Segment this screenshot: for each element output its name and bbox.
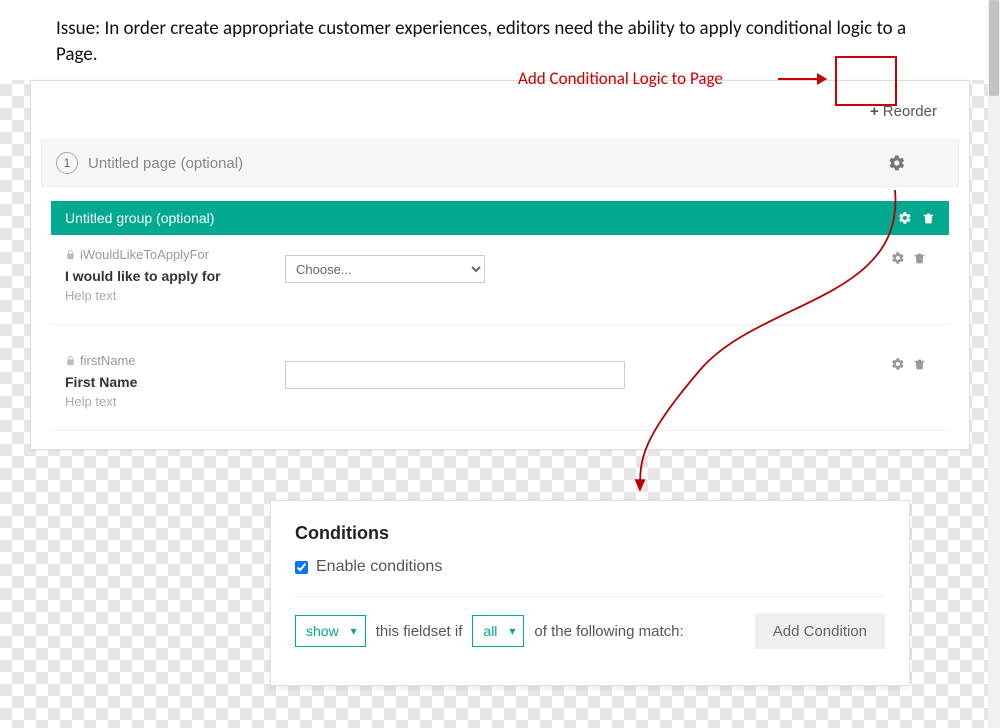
group-title: Untitled group (optional) — [65, 210, 214, 226]
condition-tail-text: of the following match: — [534, 623, 683, 640]
apply-for-select[interactable]: Choose... — [285, 255, 485, 283]
first-name-input[interactable] — [285, 361, 625, 389]
plus-icon: + — [870, 103, 879, 120]
field-help: Help text — [65, 394, 265, 409]
field-settings-button[interactable] — [891, 251, 905, 265]
form-editor-card: +Reorder 1 Untitled page (optional) Unti… — [30, 80, 970, 450]
field-delete-button[interactable] — [913, 251, 926, 265]
conditions-panel: Conditions Enable conditions show this f… — [270, 500, 910, 686]
field-row: iWouldLikeToApplyFor I would like to app… — [51, 235, 949, 325]
enable-conditions-checkbox[interactable] — [295, 561, 308, 574]
conditions-title: Conditions — [295, 523, 885, 544]
field-label: I would like to apply for — [65, 268, 265, 284]
annotation-label: Add Conditional Logic to Page — [518, 68, 723, 89]
enable-conditions-toggle[interactable]: Enable conditions — [295, 558, 885, 576]
annotation-arrow-right — [778, 78, 826, 80]
field-delete-button[interactable] — [913, 357, 926, 371]
field-id: firstName — [65, 353, 265, 368]
page-header-bar[interactable]: 1 Untitled page (optional) — [41, 139, 959, 187]
group-header-bar[interactable]: Untitled group (optional) — [51, 201, 949, 235]
divider — [295, 596, 885, 597]
page-settings-button[interactable] — [883, 149, 911, 177]
group-settings-button[interactable] — [898, 211, 912, 225]
vertical-scrollbar[interactable] — [988, 0, 1000, 728]
enable-conditions-label: Enable conditions — [316, 558, 442, 576]
field-settings-button[interactable] — [891, 357, 905, 371]
gear-icon — [888, 154, 906, 172]
condition-action-select[interactable]: show — [295, 615, 366, 647]
field-help: Help text — [65, 288, 265, 303]
page-title: Untitled page (optional) — [88, 155, 243, 172]
reorder-label: Reorder — [883, 103, 937, 120]
lock-icon — [65, 249, 76, 260]
field-id: iWouldLikeToApplyFor — [65, 247, 265, 262]
add-condition-button[interactable]: Add Condition — [755, 613, 885, 649]
condition-match-select[interactable]: all — [472, 615, 524, 647]
field-row: firstName First Name Help text — [51, 341, 949, 431]
page-number-badge: 1 — [56, 152, 78, 174]
scrollbar-thumb[interactable] — [989, 0, 999, 96]
group-delete-button[interactable] — [922, 211, 935, 225]
reorder-button[interactable]: +Reorder — [870, 103, 937, 120]
condition-mid-text: this fieldset if — [376, 623, 463, 640]
field-label: First Name — [65, 374, 265, 390]
lock-icon — [65, 355, 76, 366]
issue-description: Issue: In order create appropriate custo… — [56, 16, 920, 67]
